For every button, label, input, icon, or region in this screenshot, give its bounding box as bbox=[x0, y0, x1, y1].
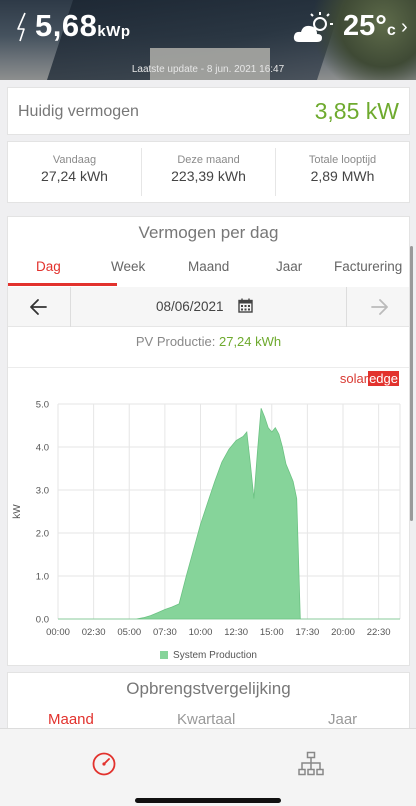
x-tick-label: 12:30 bbox=[224, 627, 248, 638]
stat-today: Vandaag 27,24 kWh bbox=[8, 148, 142, 196]
next-day-button[interactable] bbox=[346, 287, 409, 327]
installed-power: 5,68kWp bbox=[35, 8, 131, 44]
y-tick-label: 0.0 bbox=[36, 615, 49, 626]
x-tick-label: 17:30 bbox=[295, 627, 319, 638]
installed-power-unit: kWp bbox=[97, 23, 131, 40]
yield-comparison-card: Opbrengstvergelijking Maand Kwartaal Jaa… bbox=[7, 672, 410, 728]
x-tick-label: 10:00 bbox=[189, 627, 213, 638]
arrow-right-icon bbox=[371, 299, 388, 315]
dashboard-icon[interactable] bbox=[91, 751, 117, 777]
current-power-label: Huidig vermogen bbox=[18, 103, 139, 120]
date-navigator: 08/06/2021 bbox=[8, 287, 409, 327]
selected-date[interactable]: 08/06/2021 bbox=[156, 299, 224, 314]
x-tick-label: 02:30 bbox=[82, 627, 106, 638]
tab-billing[interactable]: Facturering bbox=[334, 259, 402, 274]
active-tab-indicator bbox=[8, 283, 117, 286]
period-tabs: Dag Week Maand Jaar Facturering bbox=[8, 257, 409, 285]
production-chart: solaredge 0.0 1.0 2.0 3.0 4.0 5.0 00:00 02:30 05… bbox=[8, 367, 409, 665]
series-area-system-production bbox=[58, 408, 400, 620]
header-banner: 5,68kWp 25°c › Laatste update - 8 jun. 2… bbox=[0, 0, 416, 80]
logo-part-solar: solar bbox=[339, 371, 369, 386]
solaredge-logo: solaredge bbox=[340, 371, 399, 386]
stat-value: 2,89 MWh bbox=[310, 168, 375, 184]
tab-year[interactable]: Jaar bbox=[276, 259, 302, 274]
chart-svg: 0.0 1.0 2.0 3.0 4.0 5.0 00:00 02:30 05:00 07:30 10… bbox=[12, 400, 401, 638]
layout-icon[interactable] bbox=[298, 751, 324, 777]
temperature-unit: c bbox=[386, 22, 396, 39]
compare-tab-quarter[interactable]: Kwartaal bbox=[177, 711, 235, 728]
energy-stats-card: Vandaag 27,24 kWh Deze maand 223,39 kWh … bbox=[7, 141, 410, 203]
tab-month[interactable]: Maand bbox=[188, 259, 229, 274]
tab-week[interactable]: Week bbox=[111, 259, 145, 274]
scrollbar[interactable] bbox=[410, 246, 413, 521]
y-tick-label: 2.0 bbox=[36, 529, 49, 540]
arrow-left-icon bbox=[30, 299, 47, 315]
bottom-navigation bbox=[0, 728, 416, 806]
previous-day-button[interactable] bbox=[8, 287, 71, 327]
current-power-card: Huidig vermogen 3,85 kW bbox=[7, 87, 410, 135]
stat-label: Deze maand bbox=[177, 154, 240, 166]
pv-production: PV Productie: 27,24 kWh bbox=[8, 334, 409, 349]
x-tick-label: 22:30 bbox=[367, 627, 391, 638]
power-per-day-card: Vermogen per dag Dag Week Maand Jaar Fac… bbox=[7, 216, 410, 666]
chevron-right-icon[interactable]: › bbox=[401, 16, 408, 39]
calendar-icon[interactable] bbox=[238, 298, 253, 313]
x-tick-label: 15:00 bbox=[260, 627, 284, 638]
y-tick-label: 1.0 bbox=[36, 572, 49, 583]
compare-tab-month[interactable]: Maand bbox=[48, 711, 94, 728]
x-tick-label: 05:00 bbox=[117, 627, 141, 638]
stat-value: 27,24 kWh bbox=[41, 168, 108, 184]
chart-legend[interactable]: System Production bbox=[8, 650, 409, 661]
x-tick-label: 00:00 bbox=[46, 627, 70, 638]
installed-power-value: 5,68 bbox=[35, 8, 98, 43]
tab-day[interactable]: Dag bbox=[36, 259, 61, 274]
stat-value: 223,39 kWh bbox=[171, 168, 246, 184]
stat-month: Deze maand 223,39 kWh bbox=[142, 148, 276, 196]
last-update-text: Laatste update - 8 jun. 2021 16:47 bbox=[131, 64, 285, 75]
partly-sunny-icon bbox=[293, 12, 333, 42]
lightning-icon bbox=[17, 12, 26, 42]
temperature: 25°c bbox=[343, 10, 396, 43]
y-axis-label: kW bbox=[12, 504, 23, 519]
y-tick-label: 5.0 bbox=[36, 400, 49, 411]
current-power-value: 3,85 kW bbox=[314, 98, 399, 124]
y-tick-label: 3.0 bbox=[36, 486, 49, 497]
y-tick-label: 4.0 bbox=[36, 443, 49, 454]
pv-production-value: 27,24 kWh bbox=[218, 334, 282, 349]
temperature-value: 25° bbox=[343, 10, 387, 42]
stat-label: Vandaag bbox=[52, 154, 97, 166]
stat-label: Totale looptijd bbox=[308, 154, 377, 166]
x-tick-label: 20:00 bbox=[331, 627, 355, 638]
logo-part-edge: edge bbox=[368, 371, 399, 386]
section-title: Vermogen per dag bbox=[138, 223, 279, 242]
stat-lifetime: Totale looptijd 2,89 MWh bbox=[276, 148, 409, 196]
section-title: Opbrengstvergelijking bbox=[126, 679, 291, 698]
legend-swatch bbox=[160, 651, 169, 659]
pv-production-label: PV Productie: bbox=[135, 334, 216, 349]
compare-tab-year[interactable]: Jaar bbox=[328, 711, 357, 728]
legend-label: System Production bbox=[173, 650, 257, 661]
x-tick-label: 07:30 bbox=[153, 627, 177, 638]
home-indicator bbox=[135, 798, 281, 803]
